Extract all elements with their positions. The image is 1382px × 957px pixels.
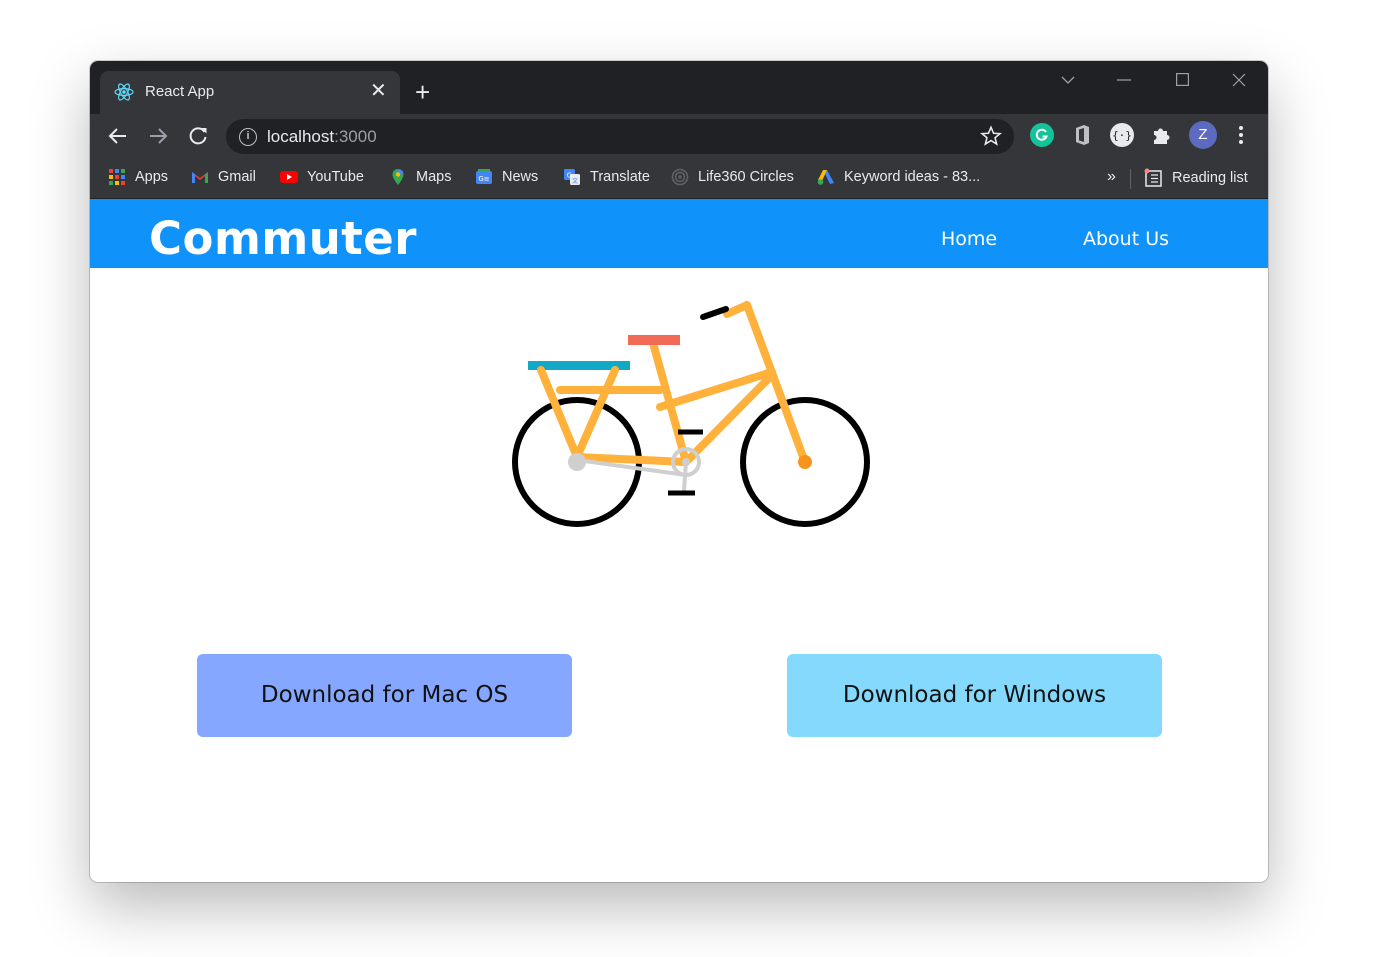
google-ads-icon — [817, 170, 834, 185]
address-bar[interactable]: i localhost:3000 — [226, 119, 1014, 154]
forward-icon[interactable] — [144, 122, 172, 150]
extensions-puzzle-icon[interactable] — [1150, 123, 1174, 147]
bookmark-keyword-ideas[interactable]: Keyword ideas - 83... — [817, 168, 980, 186]
browser-toolbar: i localhost:3000 {·} Z — [90, 114, 1268, 160]
react-icon — [114, 83, 134, 101]
translate-icon: G文 — [564, 169, 580, 185]
bookmark-label: Gmail — [218, 169, 256, 185]
download-windows-button[interactable]: Download for Windows — [787, 654, 1162, 737]
tab-close-icon[interactable]: ✕ — [370, 80, 387, 102]
app-navbar: Commuter Home About Us — [90, 199, 1268, 268]
bookmark-label: Life360 Circles — [698, 169, 794, 185]
life360-icon — [671, 168, 689, 186]
page-content: Commuter Home About Us Download for Mac … — [90, 199, 1268, 882]
close-window-icon[interactable] — [1232, 73, 1246, 87]
nav-home-link[interactable]: Home — [941, 228, 997, 250]
tab-strip: React App ✕ + — [90, 61, 1268, 114]
download-mac-button[interactable]: Download for Mac OS — [197, 654, 572, 737]
tab-search-icon[interactable] — [1060, 74, 1076, 86]
reading-list-icon — [1144, 168, 1162, 187]
reading-list-label: Reading list — [1172, 170, 1248, 186]
tab-title: React App — [145, 83, 215, 100]
youtube-icon — [280, 171, 298, 183]
svg-text:{·}: {·} — [1112, 129, 1132, 142]
bookmark-translate[interactable]: G文 Translate — [563, 168, 650, 186]
bookmark-gmail[interactable]: Gmail — [191, 168, 256, 186]
gmail-icon — [192, 172, 208, 183]
news-icon: G≡ — [476, 169, 492, 184]
bookmark-apps[interactable]: Apps — [108, 168, 168, 186]
bookmarks-bar: Apps Gmail YouTube Maps G≡ News G文 Trans… — [90, 160, 1268, 199]
brand-logo[interactable]: Commuter — [149, 212, 417, 265]
bookmark-label: Maps — [416, 169, 452, 185]
reload-icon[interactable] — [184, 122, 212, 150]
office-icon[interactable] — [1070, 123, 1094, 147]
url-text: localhost:3000 — [267, 127, 377, 146]
site-info-icon[interactable]: i — [239, 128, 257, 146]
maximize-icon[interactable] — [1176, 73, 1189, 86]
bookmark-maps[interactable]: Maps — [389, 168, 451, 186]
nav-about-link[interactable]: About Us — [1083, 228, 1169, 250]
bookmark-label: Apps — [135, 169, 169, 185]
browser-window: React App ✕ + i localhost:3000 {·} Z App… — [90, 61, 1268, 882]
bookmark-label: Translate — [590, 169, 650, 185]
code-extension-icon[interactable]: {·} — [1110, 123, 1134, 147]
new-tab-button[interactable]: + — [415, 79, 430, 105]
bookmark-life360[interactable]: Life360 Circles — [671, 168, 794, 186]
bookmark-news[interactable]: G≡ News — [475, 168, 538, 186]
menu-kebab-icon[interactable] — [1229, 123, 1253, 147]
svg-text:G≡: G≡ — [478, 175, 489, 183]
maps-icon — [392, 169, 404, 185]
reading-list-button[interactable]: Reading list — [1143, 168, 1248, 188]
bookmark-label: YouTube — [307, 169, 364, 185]
bicycle-illustration — [512, 301, 870, 527]
profile-avatar[interactable]: Z — [1189, 121, 1217, 149]
bookmark-youtube[interactable]: YouTube — [280, 168, 364, 186]
svg-text:文: 文 — [572, 177, 578, 185]
grammarly-icon[interactable] — [1030, 123, 1054, 147]
more-bookmarks-button[interactable]: » — [1107, 168, 1116, 186]
bookmark-label: Keyword ideas - 83... — [844, 169, 981, 185]
bookmark-star-icon[interactable] — [980, 125, 1002, 147]
back-icon[interactable] — [104, 122, 132, 150]
minimize-icon[interactable] — [1117, 79, 1131, 81]
tab-react-app[interactable]: React App ✕ — [100, 71, 400, 114]
bookmarks-divider — [1130, 169, 1131, 189]
apps-grid-icon — [109, 169, 125, 185]
bookmark-label: News — [502, 169, 539, 185]
